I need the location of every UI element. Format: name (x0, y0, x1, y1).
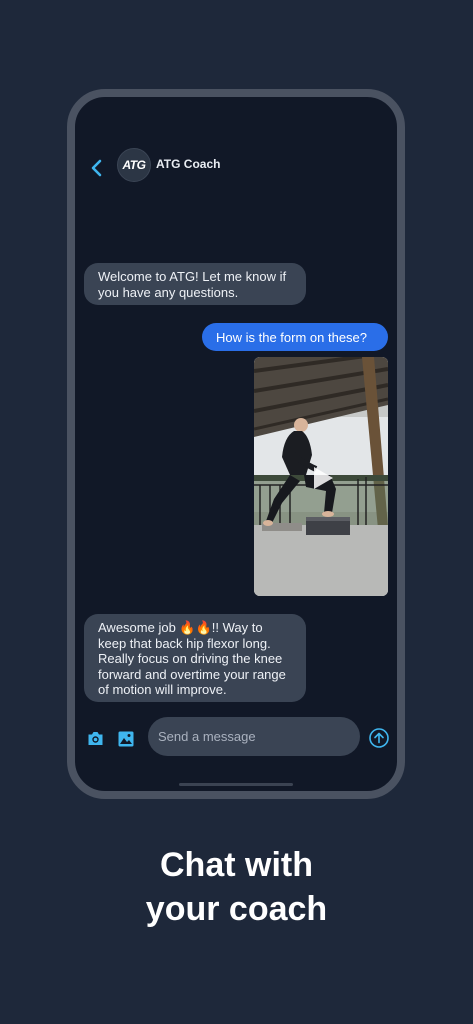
image-icon[interactable] (118, 731, 134, 747)
play-icon[interactable] (310, 466, 334, 490)
camera-icon[interactable] (87, 731, 104, 746)
video-message-thumbnail[interactable] (254, 357, 388, 596)
coach-name: ATG Coach (156, 157, 221, 171)
headline-line-1: Chat with (160, 846, 313, 884)
message-input[interactable] (148, 717, 360, 756)
coach-avatar[interactable]: ATG (117, 148, 151, 182)
chat-header: ATG ATG Coach (75, 97, 397, 237)
phone-frame: ATG ATG Coach Welcome to ATG! Let me kno… (67, 89, 405, 799)
send-arrow-icon[interactable] (369, 728, 389, 748)
message-composer (75, 717, 397, 761)
message-bubble-incoming: Welcome to ATG! Let me know if you have … (84, 263, 306, 305)
headline-line-2: your coach (145, 890, 328, 928)
home-indicator (179, 783, 293, 786)
back-chevron-icon[interactable] (88, 157, 106, 179)
chat-screen: ATG ATG Coach Welcome to ATG! Let me kno… (75, 97, 397, 791)
message-bubble-incoming: Awesome job 🔥🔥!! Way to keep that back h… (84, 614, 306, 702)
promo-headline: Chat with your coach (0, 843, 473, 931)
message-bubble-outgoing: How is the form on these? (202, 323, 388, 351)
